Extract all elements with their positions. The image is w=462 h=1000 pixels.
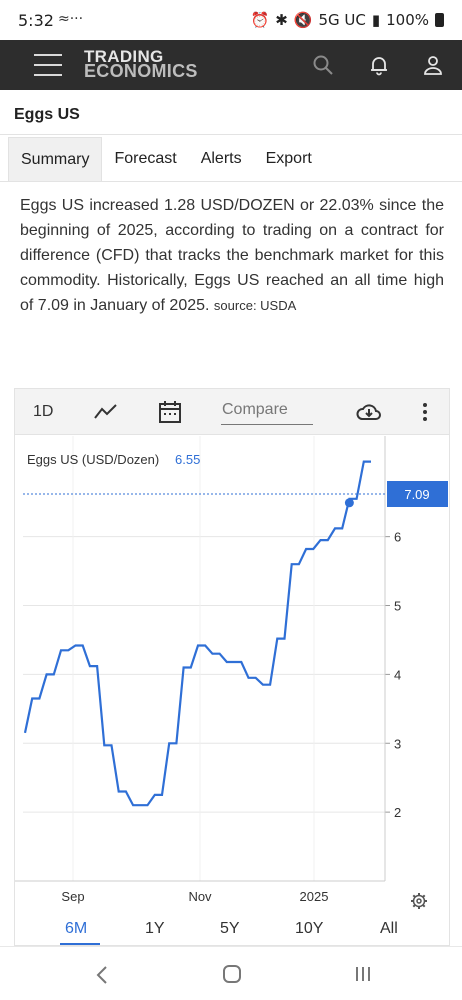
summary-paragraph: Eggs US increased 1.28 USD/DOZEN or 22.0… bbox=[20, 193, 444, 318]
wifi-icon: ≈··· bbox=[58, 11, 84, 27]
range-selector: 6M 1Y 5Y 10Y All bbox=[15, 916, 449, 946]
y-tick-label: 4 bbox=[394, 667, 401, 682]
y-tick-label: 6 bbox=[394, 530, 401, 545]
battery-label: 100% bbox=[386, 11, 429, 29]
range-5y[interactable]: 5Y bbox=[220, 920, 240, 938]
alarm-icon: ⏰ bbox=[250, 11, 270, 29]
download-cloud-icon[interactable] bbox=[355, 400, 383, 424]
range-all[interactable]: All bbox=[380, 920, 398, 938]
status-icons: ⏰ ✱ 🔇 5G UC ▮ 100% bbox=[250, 11, 444, 29]
legend-label: Eggs US (USD/Dozen) bbox=[27, 452, 159, 467]
status-time: 5:32 bbox=[18, 11, 54, 30]
signal-icon: ▮ bbox=[371, 11, 381, 29]
tab-bar: Summary Forecast Alerts Export bbox=[8, 137, 324, 181]
tab-alerts[interactable]: Alerts bbox=[189, 137, 254, 181]
divider bbox=[0, 134, 462, 135]
trading-economics-logo[interactable]: TRADING ECONOMICS bbox=[84, 48, 198, 81]
calendar-icon[interactable] bbox=[158, 399, 182, 425]
status-bar: 5:32 ≈··· ⏰ ✱ 🔇 5G UC ▮ 100% bbox=[0, 0, 462, 40]
y-tick-label: 2 bbox=[394, 805, 401, 820]
summary-text: Eggs US increased 1.28 USD/DOZEN or 22.0… bbox=[20, 197, 444, 314]
x-tick-label: Nov bbox=[188, 889, 212, 904]
y-tick-label: 3 bbox=[394, 736, 401, 751]
logo-line-2: ECONOMICS bbox=[84, 61, 198, 81]
x-tick-label: Sep bbox=[61, 889, 84, 904]
range-10y[interactable]: 10Y bbox=[295, 920, 323, 938]
range-active-underline bbox=[60, 943, 100, 945]
divider bbox=[0, 181, 462, 182]
price-chart[interactable]: 7.09 Eggs US (USD/Dozen) 6.55 2 3 4 5 6 Sep N… bbox=[15, 436, 449, 914]
last-price-value: 7.09 bbox=[404, 487, 429, 502]
y-tick-label: 5 bbox=[394, 599, 401, 614]
source-label: source: USDA bbox=[213, 298, 297, 313]
tab-forecast[interactable]: Forecast bbox=[102, 137, 188, 181]
settings-icon[interactable] bbox=[411, 893, 427, 909]
search-icon[interactable] bbox=[311, 53, 335, 77]
range-1y[interactable]: 1Y bbox=[145, 920, 165, 938]
tab-export[interactable]: Export bbox=[254, 137, 324, 181]
bell-icon[interactable] bbox=[367, 53, 391, 77]
network-label: 5G UC bbox=[318, 11, 366, 29]
range-6m[interactable]: 6M bbox=[65, 920, 87, 938]
series-line bbox=[23, 460, 371, 807]
home-icon[interactable] bbox=[222, 964, 242, 984]
user-icon[interactable] bbox=[421, 53, 445, 77]
back-icon[interactable] bbox=[94, 965, 110, 985]
chart-toolbar: 1D Compare bbox=[15, 389, 449, 435]
chart-card: 1D Compare 7.09 Eggs US (USD/Dozen) 6.55 bbox=[14, 388, 450, 946]
chart-type-icon[interactable] bbox=[93, 400, 119, 424]
compare-input[interactable]: Compare bbox=[221, 401, 313, 425]
recents-icon[interactable] bbox=[354, 965, 372, 983]
x-tick-label: 2025 bbox=[300, 889, 329, 904]
menu-icon[interactable] bbox=[34, 54, 62, 76]
top-app-bar: TRADING ECONOMICS bbox=[0, 40, 462, 90]
battery-icon bbox=[435, 13, 444, 27]
more-options-icon[interactable] bbox=[419, 402, 431, 422]
last-point-marker bbox=[344, 498, 354, 508]
interval-button[interactable]: 1D bbox=[33, 389, 53, 435]
mute-icon: 🔇 bbox=[293, 11, 313, 29]
bluetooth-icon: ✱ bbox=[275, 11, 288, 29]
system-nav-bar bbox=[0, 946, 462, 1000]
page-title: Eggs US bbox=[14, 106, 80, 123]
tab-summary[interactable]: Summary bbox=[8, 137, 103, 181]
legend-value: 6.55 bbox=[175, 452, 200, 467]
